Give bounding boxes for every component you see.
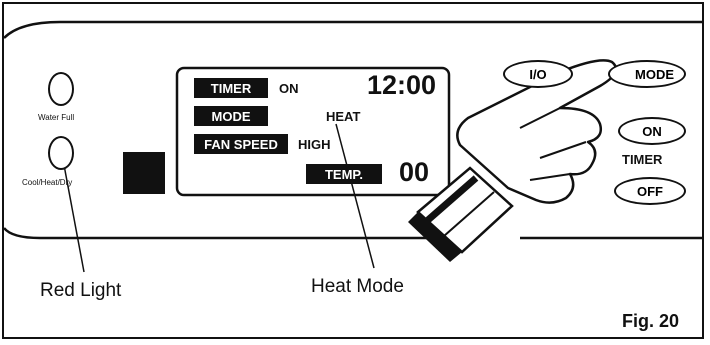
timer-tag: TIMER: [194, 78, 268, 98]
timer-on-button[interactable]: ON: [618, 117, 686, 145]
heat-mode-callout: Heat Mode: [311, 276, 404, 297]
red-light-callout: Red Light: [40, 280, 122, 301]
cool-heat-dry-label: Cool/Heat/Dry: [22, 178, 73, 187]
temp-value: 00: [399, 157, 430, 187]
timer-label: TIMER: [622, 152, 663, 167]
water-full-label: Water Full: [38, 113, 75, 122]
mode-tag: MODE: [194, 106, 268, 126]
fan-speed-tag: FAN SPEED: [194, 134, 288, 154]
water-full-light-icon: [48, 72, 74, 106]
cool-heat-dry-light-icon: [48, 136, 74, 170]
power-button[interactable]: I/O: [503, 60, 573, 88]
timer-off-button[interactable]: OFF: [614, 177, 686, 205]
temp-tag: TEMP.: [306, 164, 382, 184]
fan-speed-value: HIGH: [298, 137, 331, 152]
timer-state: ON: [279, 81, 299, 96]
figure-label: Fig. 20: [622, 311, 680, 331]
mode-value: HEAT: [326, 109, 361, 124]
mode-button[interactable]: MODE: [608, 60, 686, 88]
sensor-square: [123, 152, 165, 194]
display-clock: 12:00: [367, 70, 437, 100]
